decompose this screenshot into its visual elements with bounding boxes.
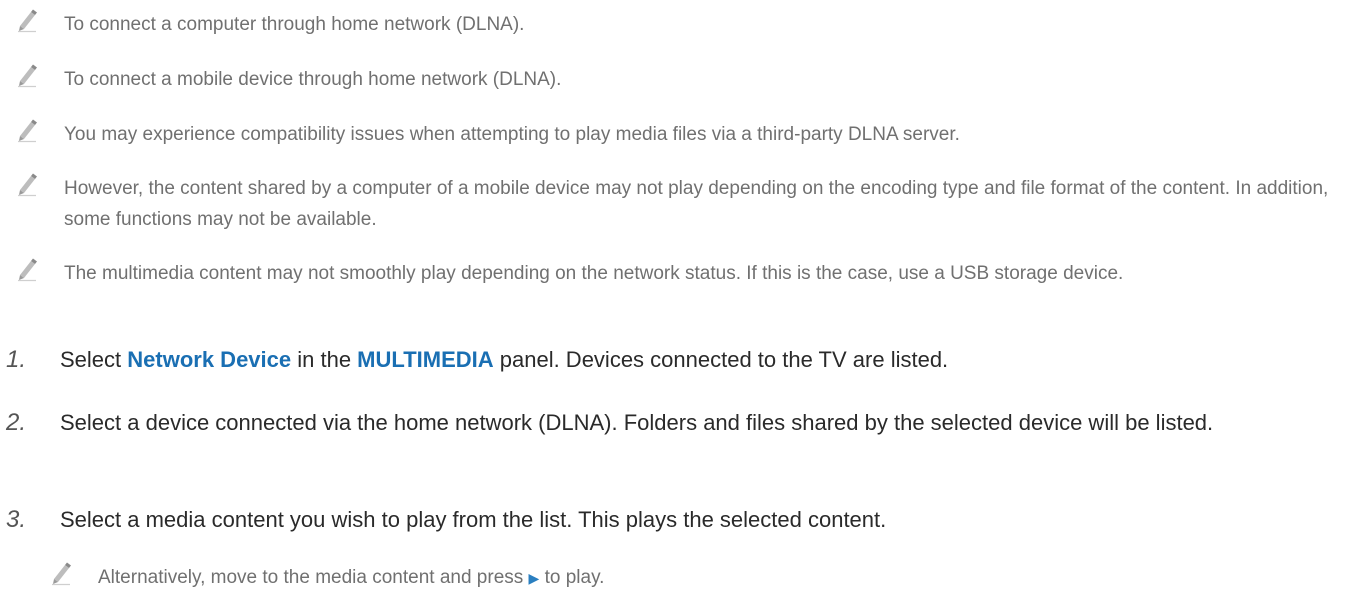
note-item: To connect a mobile device through home … xyxy=(0,64,1354,95)
pencil-icon xyxy=(14,7,40,33)
note-text: To connect a computer through home netwo… xyxy=(64,14,525,35)
sub-note-text-part: Alternatively, move to the media content… xyxy=(98,567,529,588)
step-item: 2. Select a device connected via the hom… xyxy=(0,404,1350,442)
step-text: Select Network Device in the MULTIMEDIA … xyxy=(60,341,1350,379)
sub-note-text: Alternatively, move to the media content… xyxy=(98,562,1298,594)
note-item: To connect a computer through home netwo… xyxy=(0,9,1354,40)
multimedia-link: MULTIMEDIA xyxy=(357,347,494,372)
step-text-part: Select xyxy=(60,347,128,372)
note-item: However, the content shared by a compute… xyxy=(0,173,1354,235)
step-text-part: panel. Devices connected to the TV are l… xyxy=(493,347,949,372)
pencil-icon xyxy=(14,62,40,88)
note-item: You may experience compatibility issues … xyxy=(0,119,1354,150)
pencil-icon xyxy=(14,117,40,143)
step-item: 3. Select a media content you wish to pl… xyxy=(0,501,1350,539)
network-device-link: Network Device xyxy=(127,347,292,372)
sub-note-item: Alternatively, move to the media content… xyxy=(48,562,1298,594)
sub-note-text-part: to play. xyxy=(539,567,605,588)
note-text: However, the content shared by a compute… xyxy=(64,178,1329,230)
step-number: 2. xyxy=(6,409,27,436)
note-item: The multimedia content may not smoothly … xyxy=(0,258,1354,289)
step-text: Select a device connected via the home n… xyxy=(60,410,1214,435)
pencil-icon xyxy=(14,256,40,282)
pencil-icon xyxy=(48,560,74,586)
step-item: 1. Select Network Device in the MULTIMED… xyxy=(0,341,1350,379)
note-text: The multimedia content may not smoothly … xyxy=(64,263,1124,284)
pencil-icon xyxy=(14,171,40,197)
step-text-part: in the xyxy=(291,347,358,372)
note-text: To connect a mobile device through home … xyxy=(64,69,562,90)
step-number: 1. xyxy=(6,346,27,373)
play-icon: ▶ xyxy=(528,570,540,586)
note-text: You may experience compatibility issues … xyxy=(64,124,960,145)
step-number: 3. xyxy=(6,506,27,533)
step-text: Select a media content you wish to play … xyxy=(60,507,887,532)
